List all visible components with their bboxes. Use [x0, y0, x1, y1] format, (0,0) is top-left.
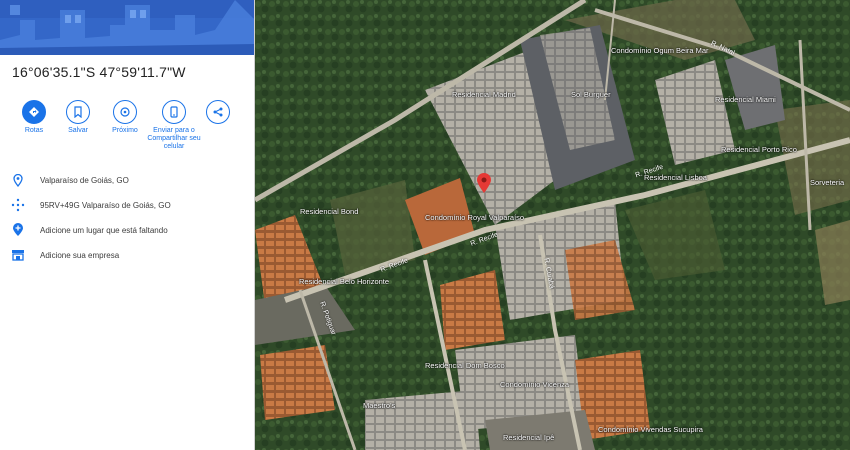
add-business-row[interactable]: Adicione sua empresa — [10, 247, 250, 263]
add-place-row[interactable]: Adicione um lugar que está faltando — [10, 222, 250, 238]
poi-label[interactable]: Maestro's — [363, 401, 395, 410]
satellite-map[interactable]: Condomínio Ogum Beira Mar Sol Burguer Re… — [255, 0, 850, 450]
send-to-phone-label: Enviar para o Compartilhar seu celular — [147, 127, 201, 150]
send-to-phone-icon — [162, 100, 186, 124]
place-details-panel: 16°06'35.1"S 47°59'11.7"W Rotas Salvar P… — [0, 0, 255, 450]
nearby-button[interactable]: Próximo — [99, 100, 151, 135]
plus-code-text: 95RV+49G Valparaíso de Goiás, GO — [40, 200, 171, 210]
poi-label[interactable]: Residencial Bond — [300, 207, 358, 216]
poi-label[interactable]: Residencial Ipê — [503, 433, 554, 442]
plus-code-icon — [10, 197, 26, 213]
poi-label[interactable]: Sorveteria — [810, 178, 844, 187]
add-business-text: Adicione sua empresa — [40, 250, 120, 260]
nearby-icon — [113, 100, 137, 124]
plus-code-row[interactable]: 95RV+49G Valparaíso de Goiás, GO — [10, 197, 250, 213]
poi-label[interactable]: Condomínio Vicenza — [500, 380, 569, 389]
poi-label[interactable]: Condomínio Ogum Beira Mar — [611, 46, 709, 55]
address-text: Valparaíso de Goiás, GO — [40, 175, 129, 185]
bookmark-icon — [66, 100, 90, 124]
directions-icon — [22, 100, 46, 124]
share-button[interactable] — [192, 100, 244, 127]
poi-label[interactable]: Residencial Porto Rico — [721, 145, 797, 154]
poi-label[interactable]: Condomínio Vivendas Sucupira — [598, 425, 703, 434]
poi-label[interactable]: Condomínio Royal Valparaíso — [425, 213, 524, 222]
coordinates-title: 16°06'35.1"S 47°59'11.7"W — [12, 64, 186, 80]
add-business-icon — [10, 247, 26, 263]
add-place-icon — [10, 222, 26, 238]
save-button[interactable]: Salvar — [52, 100, 104, 135]
poi-label[interactable]: Residencial Belo Horizonte — [299, 277, 389, 286]
share-icon — [206, 100, 230, 124]
poi-label[interactable]: Residencial Miami — [715, 95, 776, 104]
street-view-thumbnail[interactable] — [0, 0, 254, 55]
poi-label[interactable]: Sol Burguer — [571, 90, 611, 99]
nearby-label: Próximo — [112, 127, 138, 134]
poi-label[interactable]: Residencial Lisboa — [644, 173, 707, 182]
save-label: Salvar — [68, 127, 88, 134]
poi-label[interactable]: Residencial Dom Bosco — [425, 361, 505, 370]
header-illustration — [0, 0, 254, 55]
address-row[interactable]: Valparaíso de Goiás, GO — [10, 172, 250, 188]
location-pin-icon — [10, 172, 26, 188]
add-place-text: Adicione um lugar que está faltando — [40, 225, 168, 235]
poi-label[interactable]: Residencial Madrid — [452, 90, 516, 99]
action-bar: Rotas Salvar Próximo Enviar para o Compa… — [8, 100, 253, 152]
